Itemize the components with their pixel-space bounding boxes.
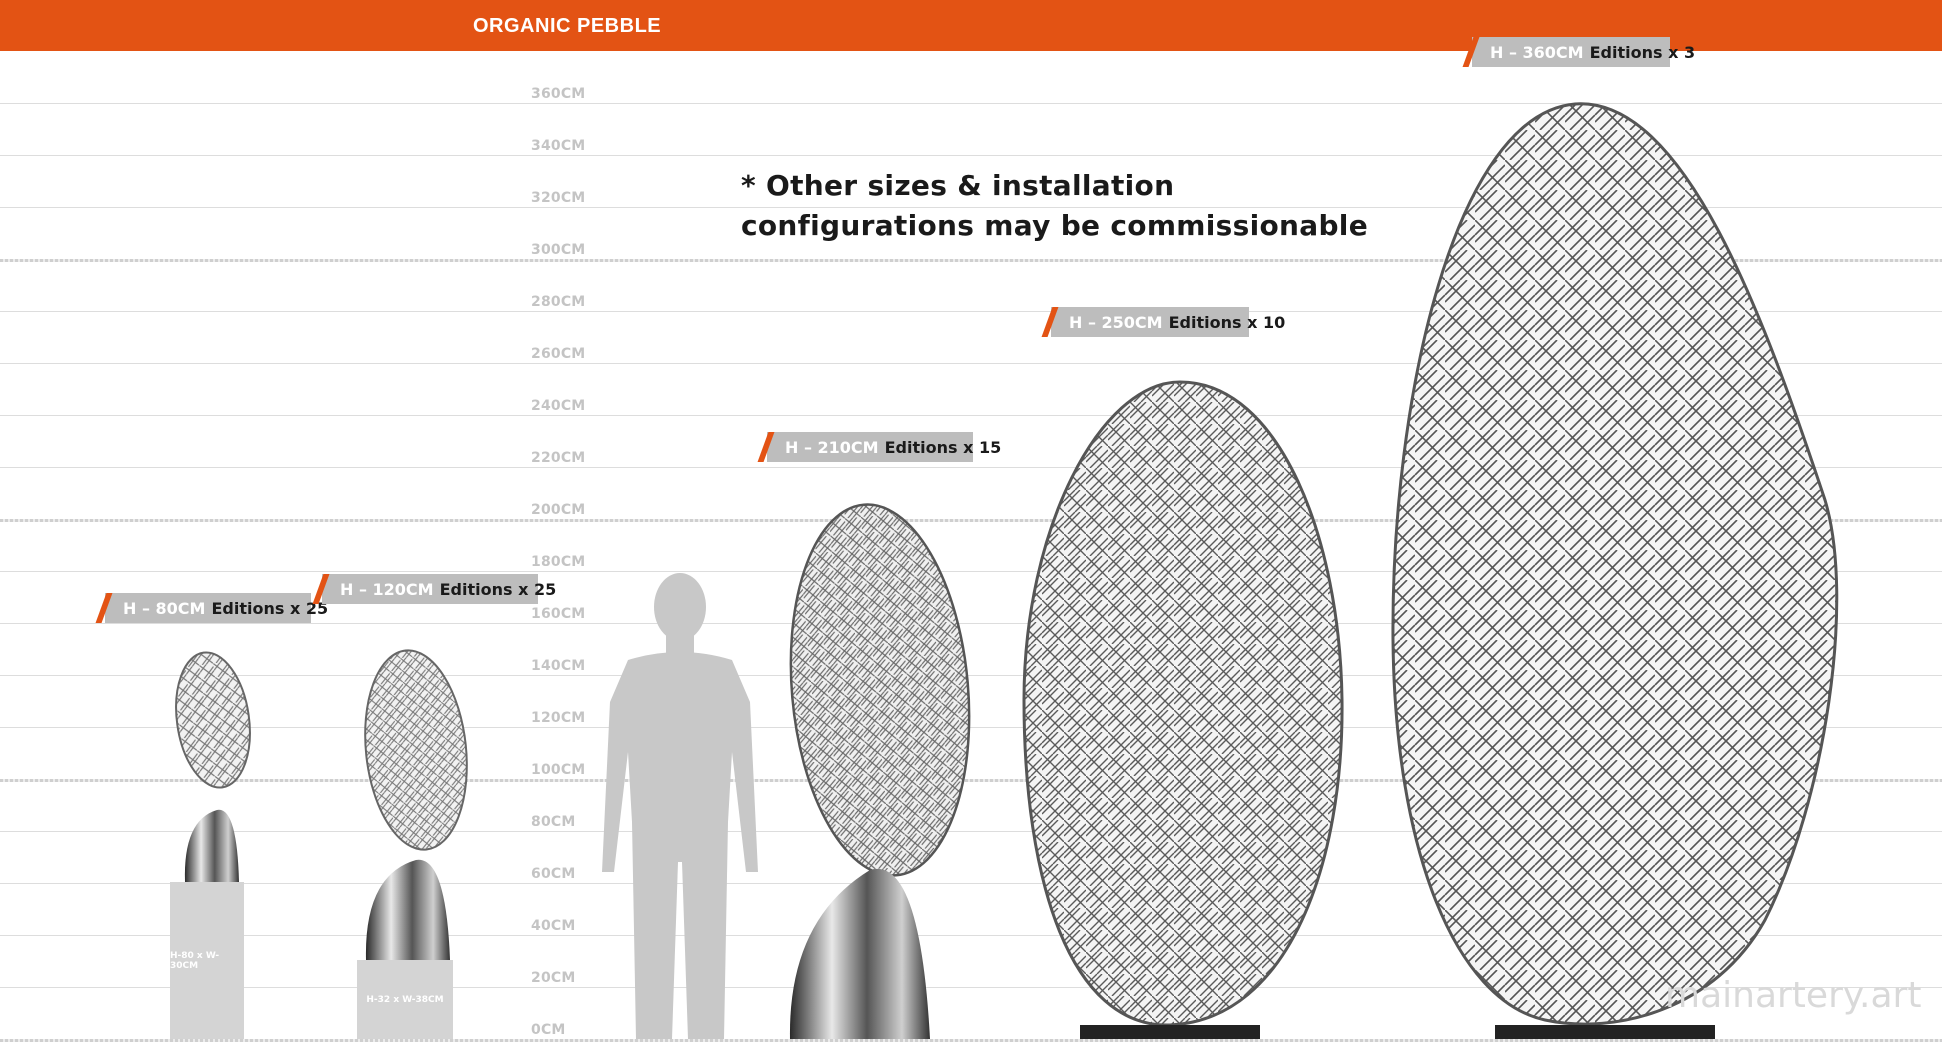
scale-label: 260CM bbox=[531, 346, 586, 362]
scale-label: 160CM bbox=[531, 606, 586, 622]
scale-label: 180CM bbox=[531, 554, 586, 570]
scale-label: 220CM bbox=[531, 450, 586, 466]
scale-label: 360CM bbox=[531, 86, 586, 102]
tag-editions: Editions x 15 bbox=[884, 437, 1002, 457]
commission-note-line2: configurations may be commissionable bbox=[741, 209, 1368, 242]
human-silhouette bbox=[602, 573, 758, 1039]
tag-height: H – 210CM bbox=[785, 437, 879, 457]
scale-label: 80CM bbox=[531, 814, 576, 830]
scale-label: 300CM bbox=[531, 242, 586, 258]
scale-label: 200CM bbox=[531, 502, 586, 518]
scale-label: 100CM bbox=[531, 762, 586, 778]
scale-label: 320CM bbox=[531, 190, 586, 206]
plinth-80cm: H-80 x W-30CM bbox=[170, 882, 244, 1039]
page-title: ORGANIC PEBBLE bbox=[473, 15, 662, 37]
scale-label: 140CM bbox=[531, 658, 586, 674]
scale-label: 40CM bbox=[531, 918, 576, 934]
sculpture-360cm bbox=[1391, 102, 1839, 1039]
scale-label: 280CM bbox=[531, 294, 586, 310]
watermark: mainartery.art bbox=[1665, 975, 1922, 1016]
sculpture-210cm bbox=[789, 503, 971, 1039]
tag-height: H – 80CM bbox=[123, 598, 206, 618]
scale-label: 340CM bbox=[531, 138, 586, 154]
sculpture-120cm bbox=[364, 649, 468, 960]
edition-tag-360cm: H – 360CM Editions x 3 bbox=[1472, 37, 1695, 67]
tag-height: H – 360CM bbox=[1490, 42, 1584, 62]
edition-tag-120cm: H – 120CM Editions x 25 bbox=[322, 574, 556, 604]
commission-note-line1: * Other sizes & installation bbox=[741, 169, 1175, 202]
scale-label: 60CM bbox=[531, 866, 576, 882]
tag-editions: Editions x 25 bbox=[211, 598, 329, 618]
tag-height: H – 120CM bbox=[340, 579, 434, 599]
tag-editions: Editions x 3 bbox=[1589, 42, 1696, 62]
tag-height: H – 250CM bbox=[1069, 312, 1163, 332]
edition-tag-250cm: H – 250CM Editions x 10 bbox=[1051, 307, 1285, 337]
plinth-80cm-label: H-80 x W-30CM bbox=[170, 950, 220, 971]
scale-label: 0CM bbox=[531, 1022, 566, 1038]
tag-editions: Editions x 25 bbox=[439, 579, 557, 599]
scale-label: 20CM bbox=[531, 970, 576, 986]
commission-note: * Other sizes & installation configurati… bbox=[741, 166, 1368, 246]
plinth-120cm-label: H-32 x W-38CM bbox=[366, 994, 444, 1005]
edition-tag-210cm: H – 210CM Editions x 15 bbox=[767, 432, 1001, 462]
scale-label: 120CM bbox=[531, 710, 586, 726]
tag-editions: Editions x 10 bbox=[1168, 312, 1286, 332]
edition-tag-80cm: H – 80CM Editions x 25 bbox=[105, 593, 328, 623]
sculpture-250cm bbox=[1022, 380, 1344, 1039]
plinth-120cm: H-32 x W-38CM bbox=[357, 960, 453, 1039]
sculpture-80cm bbox=[175, 651, 251, 882]
scale-label: 240CM bbox=[531, 398, 586, 414]
